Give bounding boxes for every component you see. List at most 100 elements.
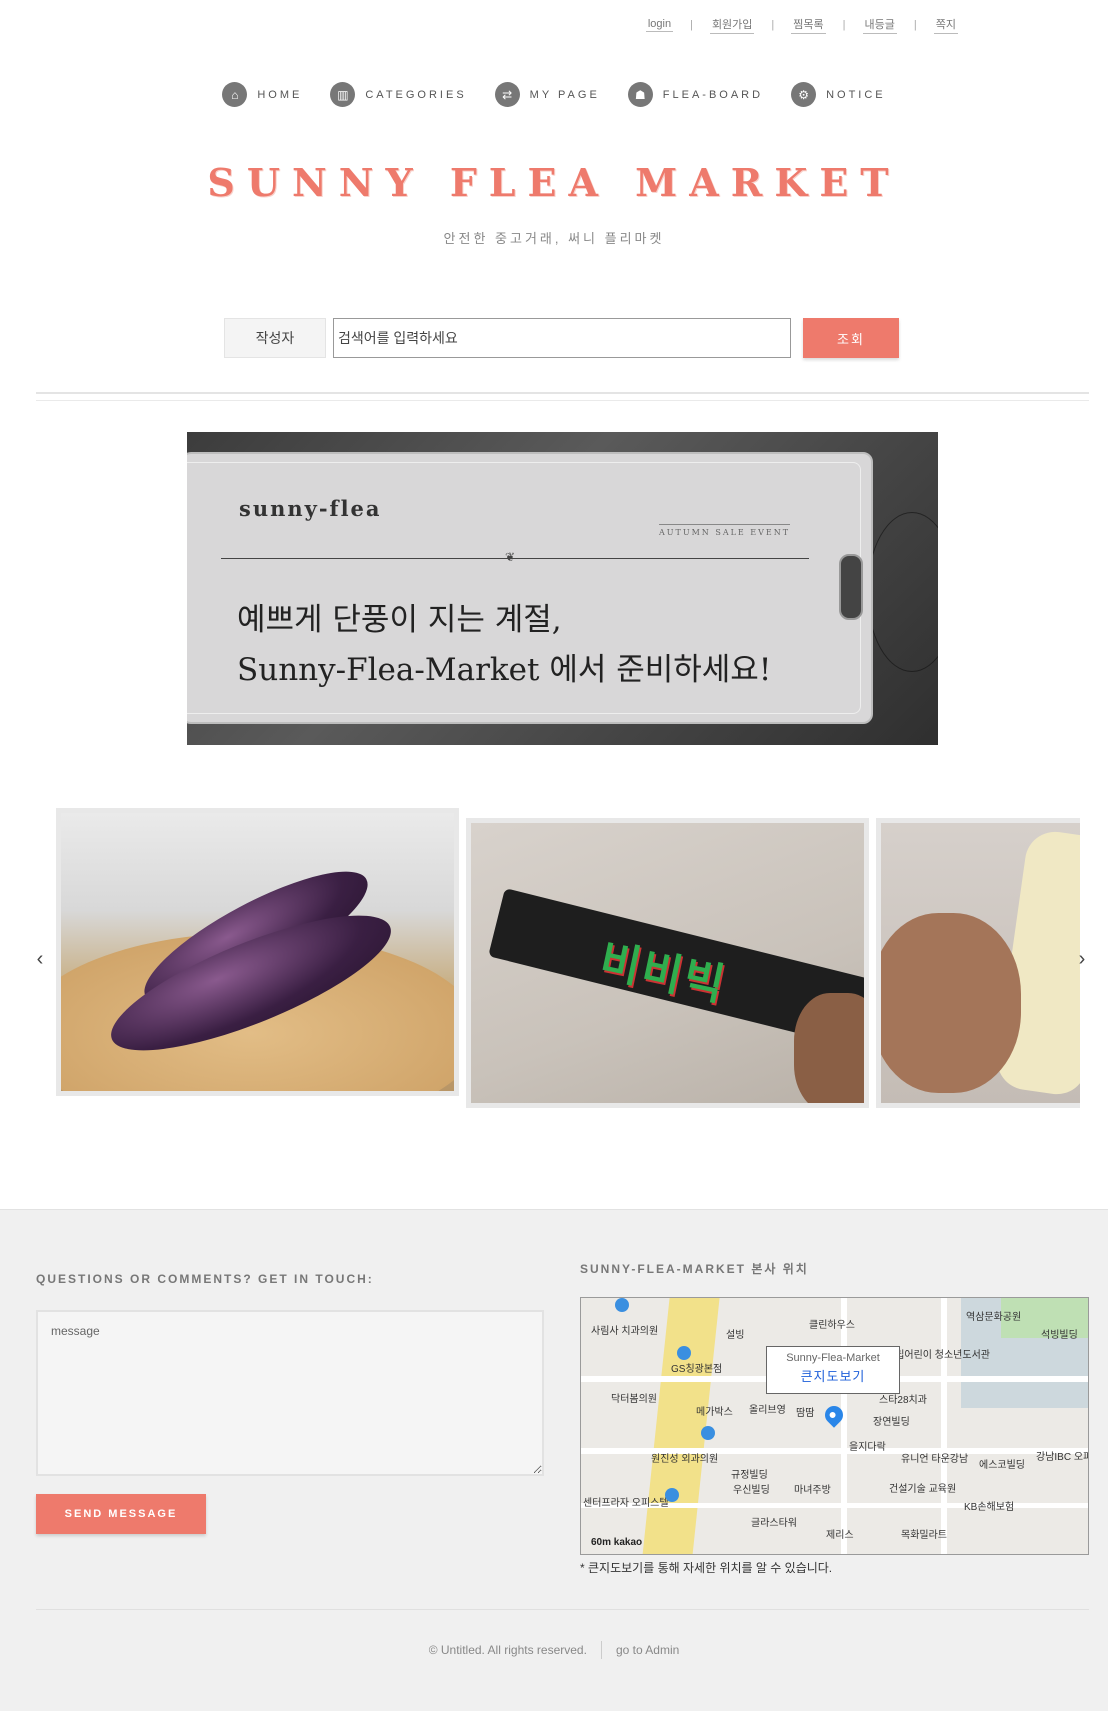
nav-flea-board[interactable]: ☗ FLEA-BOARD [627, 82, 764, 107]
map-place: 에스코빌딩 [979, 1460, 1025, 1471]
product-image-icebar: 비비빅 [471, 823, 864, 1103]
map-place: 을지다락 [849, 1442, 886, 1453]
divider [36, 400, 1089, 401]
icebar-label: 비비빅 [595, 935, 731, 1012]
separator: | [913, 19, 917, 31]
map-place: 센터프라자 오피스텔 [583, 1498, 669, 1509]
map-info-title: Sunny-Flea-Market [786, 1352, 880, 1364]
map-place: 설빙 [726, 1330, 745, 1341]
banner-event-label: AUTUMN SALE EVENT [659, 524, 791, 537]
site-title[interactable]: SUNNY FLEA MARKET [0, 160, 1108, 205]
large-map-link[interactable]: 큰지도보기 [767, 1366, 899, 1385]
map-place: 장연빌딩 [873, 1417, 910, 1428]
ornament-icon: ❦ [505, 550, 516, 564]
site-tagline: 안전한 중고거래, 써니 플리마켓 [443, 231, 665, 246]
hand-shape [881, 913, 1021, 1093]
bus-stop-icon [701, 1426, 715, 1440]
copyright-text: © Untitled. All rights reserved. [428, 1643, 587, 1657]
message-textarea[interactable] [36, 1310, 544, 1476]
page: login | 회원가입 | 찜목록 | 내등글 | 쪽지 ⌂ HOME ▥ C… [0, 0, 1108, 1711]
map-road [841, 1298, 847, 1554]
admin-link[interactable]: go to Admin [616, 1643, 679, 1657]
product-image-eggplant [61, 813, 454, 1091]
separator: | [842, 19, 846, 31]
map-place: 닥터봄의원 [611, 1394, 657, 1405]
hand-shape [794, 993, 864, 1103]
bus-stop-icon [677, 1346, 691, 1360]
map-place: 석빙빌딩 [1041, 1330, 1078, 1341]
banner-headline-1: 예쁘게 단풍이 지는 계절, [237, 602, 562, 638]
copyright-bar: © Untitled. All rights reserved. go to A… [0, 1641, 1108, 1659]
banner-headline-2: Sunny-Flea-Market 에서 준비하세요! [237, 652, 772, 688]
nav-label: NOTICE [826, 88, 886, 101]
map-place: 우신빌딩 [733, 1485, 770, 1496]
main-nav: ⌂ HOME ▥ CATEGORIES ⇄ MY PAGE ☗ FLEA-BOA… [0, 82, 1108, 107]
nav-label: FLEA-BOARD [662, 88, 764, 101]
map-place: 클린하우스 [809, 1320, 855, 1331]
product-card[interactable] [56, 808, 459, 1096]
separator [600, 1641, 602, 1659]
product-carousel: ‹ 비비빅 › [30, 808, 1090, 1108]
login-link[interactable]: login [645, 18, 674, 32]
product-card[interactable]: 비비빅 [466, 818, 869, 1108]
divider [36, 1609, 1089, 1610]
sitemap-icon: ☗ [627, 82, 653, 107]
banner-logo: sunny-flea [239, 496, 382, 521]
send-message-button[interactable]: SEND MESSAGE [36, 1494, 206, 1534]
search-button[interactable]: 조회 [803, 318, 899, 358]
search-input[interactable] [333, 318, 791, 358]
event-banner[interactable]: sunny-flea AUTUMN SALE EVENT ❦ 예쁘게 단풍이 지… [187, 432, 938, 745]
messages-link[interactable]: 쪽지 [933, 16, 958, 34]
home-icon: ⌂ [222, 82, 248, 107]
kakao-label: kakao [613, 1537, 643, 1548]
map-place: 목화밀라트 [901, 1530, 947, 1541]
bus-stop-icon [665, 1488, 679, 1502]
search-type-select[interactable]: 작성자 [224, 318, 326, 358]
footer: QUESTIONS OR COMMENTS? GET IN TOUCH: SEN… [0, 1209, 1108, 1711]
my-posts-link[interactable]: 내등글 [862, 16, 897, 34]
ticket-hole [839, 554, 863, 620]
map-place: 원진성 외과의원 [651, 1454, 719, 1465]
map-place: 역삼문화공원 [966, 1312, 1022, 1323]
signup-link[interactable]: 회원가입 [709, 16, 755, 34]
map-place: 올리브영 [749, 1405, 786, 1416]
nav-home[interactable]: ⌂ HOME [222, 82, 302, 107]
carousel-prev-button[interactable]: ‹ [32, 948, 48, 971]
map-place: GS칭광본점 [671, 1364, 723, 1375]
retweet-icon: ⇄ [494, 82, 520, 107]
product-card[interactable] [876, 818, 1080, 1108]
nav-categories[interactable]: ▥ CATEGORIES [330, 82, 466, 107]
contact-heading: QUESTIONS OR COMMENTS? GET IN TOUCH: [36, 1272, 374, 1286]
divider [36, 392, 1089, 394]
map-place: 글라스타워 [751, 1518, 797, 1529]
bus-stop-icon [615, 1298, 629, 1312]
separator: | [771, 19, 775, 31]
carousel-next-button[interactable]: › [1074, 948, 1090, 971]
nav-label: MY PAGE [529, 88, 600, 101]
banner-rope [867, 512, 938, 672]
map-place: 규정빌딩 [731, 1470, 768, 1481]
map-place: 건설기술 교육원 [889, 1484, 957, 1495]
map-place: KB손해보험 [964, 1502, 1015, 1513]
map-place: 땀땀 [796, 1408, 815, 1419]
map-road [941, 1298, 947, 1554]
map-place: 강남IBC 오피스텔 [1036, 1452, 1088, 1463]
banner-ticket: sunny-flea AUTUMN SALE EVENT ❦ 예쁘게 단풍이 지… [187, 452, 873, 724]
wishlist-link[interactable]: 찜목록 [791, 16, 826, 34]
map-scale: 60m [591, 1537, 612, 1548]
bar-chart-icon: ▥ [330, 82, 356, 107]
map-place: 사림사 치과의원 [591, 1326, 659, 1337]
gear-icon: ⚙ [791, 82, 817, 107]
nav-notice[interactable]: ⚙ NOTICE [791, 82, 886, 107]
nav-my-page[interactable]: ⇄ MY PAGE [494, 82, 600, 107]
map-heading: SUNNY-FLEA-MARKET 본사 위치 [580, 1262, 809, 1276]
map-place: 마녀주방 [794, 1485, 831, 1496]
nav-label: HOME [257, 88, 303, 101]
location-map[interactable]: 사림사 치과의원 설빙 클린하우스 GS칭광본점 국립어린이 청소년도서관 역삼… [580, 1297, 1089, 1555]
map-place: 국립어린이 청소년도서관 [886, 1350, 990, 1361]
map-place: 메가박스 [696, 1407, 733, 1418]
carousel-viewport: 비비빅 [56, 808, 1080, 1108]
separator: | [690, 19, 693, 31]
search-bar: 작성자 조회 [224, 318, 899, 358]
product-image-tube [881, 823, 1080, 1103]
